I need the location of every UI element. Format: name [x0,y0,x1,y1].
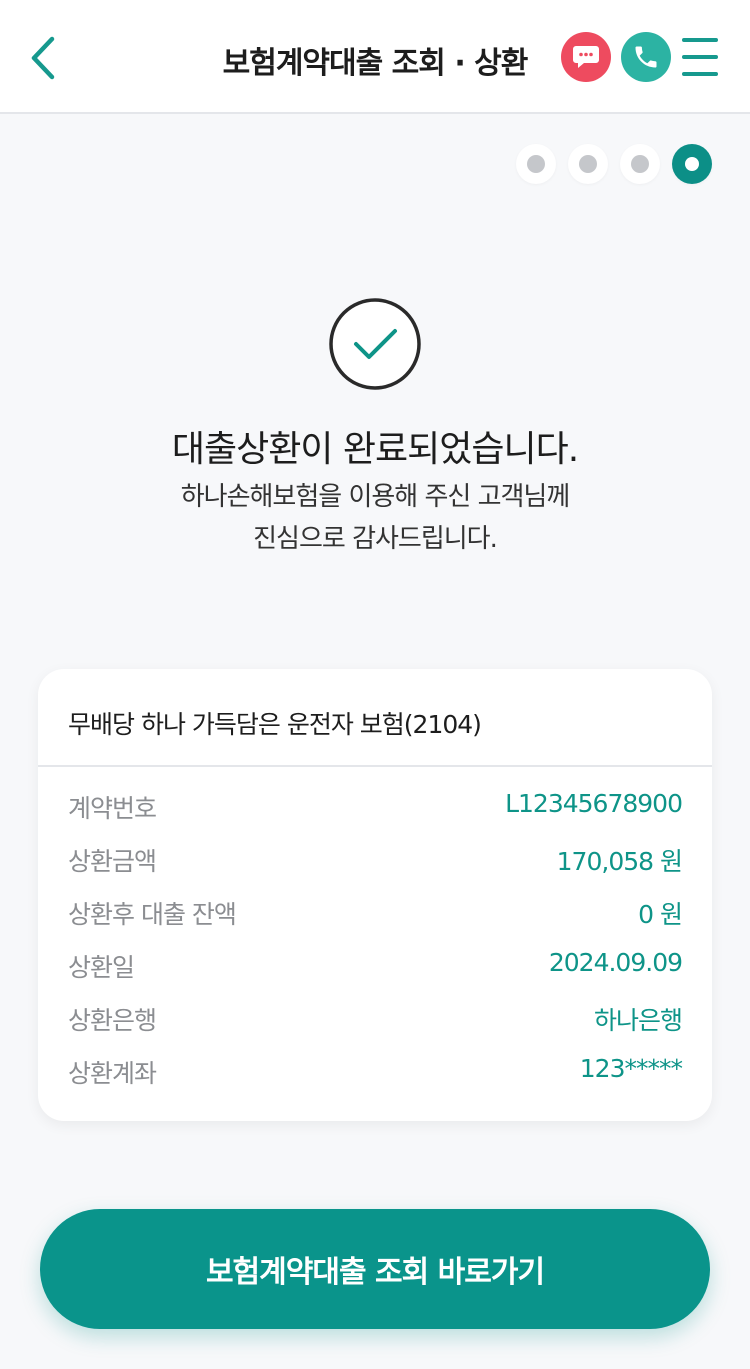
row-label: 상환후 대출 잔액 [68,900,237,929]
chat-bubble-icon [573,46,599,68]
chevron-left-icon [31,36,55,80]
row-label: 상환일 [68,953,135,982]
back-button[interactable] [18,30,68,86]
step-indicator [516,144,712,184]
thanks-message-line-1: 하나손해보험을 이용해 주신 고객님께 [180,482,571,512]
step-3 [620,144,660,184]
card-divider [38,765,712,767]
step-dot [685,157,699,171]
row-value: 123***** [579,1054,683,1083]
step-4-current [672,144,712,184]
go-to-loan-inquiry-button[interactable]: 보험계약대출 조회 바로가기 [40,1209,710,1329]
row-label: 상환금액 [68,847,157,876]
row-value: 하나은행 [593,1006,683,1035]
row-label: 상환계좌 [68,1059,157,1088]
row-value: 170,058 원 [556,847,683,876]
product-name: 무배당 하나 가득담은 운전자 보험(2104) [68,710,482,739]
hamburger-menu-icon-line [682,72,718,76]
row-value: 2024.09.09 [548,948,683,977]
row-repayment-account: 상환계좌 123***** [68,1054,683,1094]
completion-title: 대출상환이 완료되었습니다. [171,429,579,470]
step-dot [631,155,649,173]
page-title: 보험계약대출 조회 · 상환 [222,46,529,81]
hamburger-menu-icon [682,38,718,42]
chat-button[interactable] [561,32,611,82]
check-circle-icon [329,298,421,390]
step-1 [516,144,556,184]
menu-button[interactable] [682,38,722,76]
phone-icon [635,46,657,68]
step-dot [527,155,545,173]
repayment-summary-card: 무배당 하나 가득담은 운전자 보험(2104) 계약번호 L123456789… [38,669,712,1121]
call-button[interactable] [621,32,671,82]
step-dot [579,155,597,173]
step-2 [568,144,608,184]
row-label: 계약번호 [68,794,157,823]
hamburger-menu-icon-line [682,55,718,59]
row-repayment-bank: 상환은행 하나은행 [68,1001,683,1041]
row-value: L12345678900 [505,789,683,818]
app-header: 보험계약대출 조회 · 상환 [0,0,750,114]
row-repayment-date: 상환일 2024.09.09 [68,948,683,988]
row-repayment-amount: 상환금액 170,058 원 [68,842,683,882]
row-label: 상환은행 [68,1006,157,1035]
row-value: 0 원 [638,900,683,929]
row-remaining-balance: 상환후 대출 잔액 0 원 [68,895,683,935]
row-contract-number: 계약번호 L12345678900 [68,789,683,829]
thanks-message-line-2: 진심으로 감사드립니다. [253,524,498,554]
